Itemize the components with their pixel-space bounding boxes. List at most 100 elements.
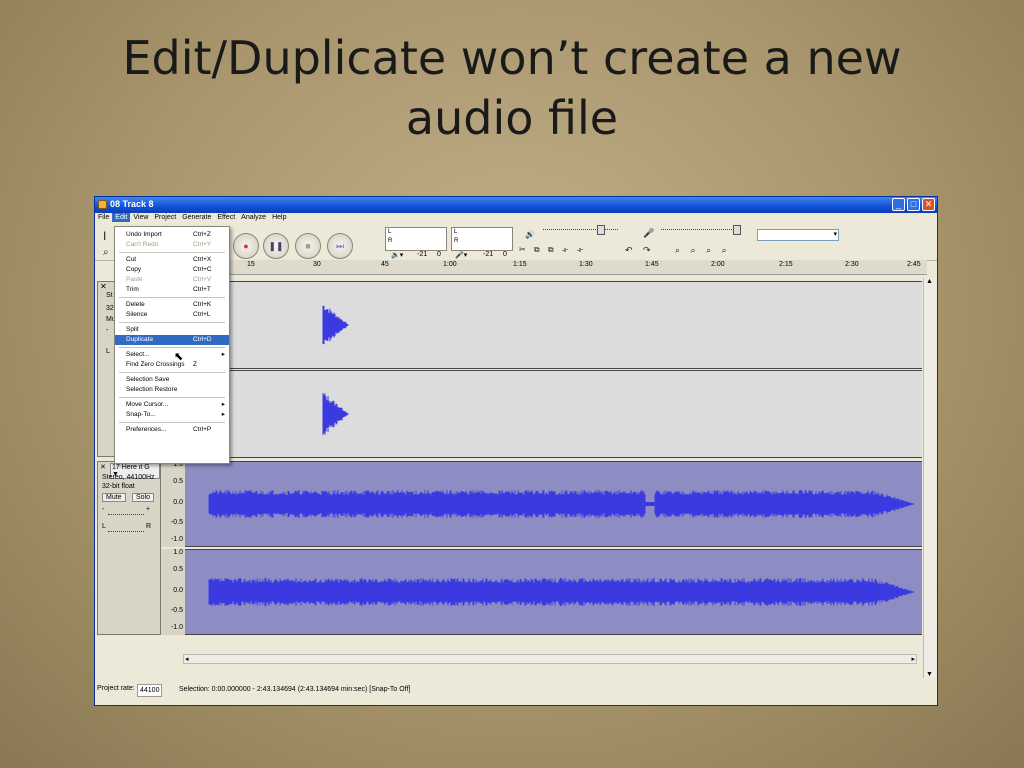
waveform-right-top xyxy=(322,392,349,436)
close-button[interactable]: ✕ xyxy=(922,198,935,211)
project-rate-field[interactable]: 44100 xyxy=(137,684,163,697)
skip-end-button[interactable]: ⏭ xyxy=(327,233,353,259)
vertical-scrollbar[interactable]: ▲ ▼ xyxy=(923,278,936,678)
timeline-ruler[interactable]: 15 30 45 1:00 1:15 1:30 1:45 2:00 2:15 2… xyxy=(227,260,927,275)
amplitude-scale-right: 1.0 0.5 0.0 -0.5 -1.0 xyxy=(161,549,185,635)
menu-separator xyxy=(119,372,225,373)
amp-tick: 0.0 xyxy=(173,499,183,506)
stop-button[interactable]: ■ xyxy=(295,233,321,259)
waveform-channel-left[interactable] xyxy=(185,461,922,547)
amp-tick: 0.0 xyxy=(173,587,183,594)
menu-item-copy[interactable]: Copy Ctrl+C xyxy=(115,265,229,275)
menu-item-label: Cut xyxy=(126,256,137,263)
minimize-button[interactable]: _ xyxy=(892,198,905,211)
maximize-button[interactable]: □ xyxy=(907,198,920,211)
scroll-left-icon[interactable]: ◂ xyxy=(185,655,189,663)
menu-item-label: Duplicate xyxy=(126,336,154,343)
selection-tool-icon[interactable]: I xyxy=(103,229,106,243)
edit-toolbar-icons[interactable]: ✂ ⧉ ⧉ ⟛ ⟛ xyxy=(519,245,587,255)
slider-thumb[interactable] xyxy=(597,225,605,235)
menu-separator xyxy=(119,422,225,423)
horizontal-scrollbar[interactable]: ◂ ▸ xyxy=(183,654,917,664)
microphone-icon[interactable]: 🎤▾ xyxy=(455,251,467,259)
track-bit-depth: 32-bit float xyxy=(102,483,135,490)
track-close-icon[interactable]: ✕ xyxy=(100,282,107,291)
timeline-tick: 2:00 xyxy=(711,261,725,268)
track-control-panel[interactable]: ✕ 17 Here it G ▼ Stereo, 44100Hz 32-bit … xyxy=(97,461,161,635)
output-volume-slider[interactable] xyxy=(543,225,618,235)
menu-item-selection-restore[interactable]: Selection Restore xyxy=(115,385,229,395)
scroll-right-icon[interactable]: ▸ xyxy=(911,655,915,663)
menu-item-trim[interactable]: Trim Ctrl+T xyxy=(115,285,229,295)
mute-button[interactable]: Mute xyxy=(102,493,126,502)
timeline-tick: 1:45 xyxy=(645,261,659,268)
amp-tick: -0.5 xyxy=(170,519,183,526)
track-close-icon[interactable]: ✕ xyxy=(100,463,106,471)
menu-item-label: Move Cursor... xyxy=(126,401,169,408)
meter-left-label: L xyxy=(388,229,392,235)
menu-item-shortcut: Ctrl+V xyxy=(193,276,212,283)
menu-item-move-cursor[interactable]: Move Cursor... ▸ xyxy=(115,400,229,410)
waveform-channel-selected-right[interactable] xyxy=(227,370,922,458)
copyright-watermark: © 2001 Sonic Solutions xyxy=(454,748,570,760)
zoom-icons[interactable]: ⌕ ⌕ ⌕ ⌕ xyxy=(675,245,731,256)
waveform-left xyxy=(208,490,915,518)
menu-item-delete[interactable]: Delete Ctrl+K xyxy=(115,300,229,310)
chevron-down-icon: ▾ xyxy=(833,231,837,238)
slide-title: Edit/Duplicate won’t create a new audio … xyxy=(122,31,902,145)
record-button[interactable]: ● xyxy=(233,233,259,259)
meter-scale-label: 0 xyxy=(437,251,441,258)
menu-item-snap-to[interactable]: Snap-To... ▸ xyxy=(115,410,229,420)
menu-item-duplicate[interactable]: Duplicate Ctrl+D xyxy=(115,335,229,345)
menu-item-select[interactable]: Select... ▸ xyxy=(115,350,229,360)
undo-redo-icons[interactable]: ↶ ↷ xyxy=(625,245,655,256)
track-stub-text: L xyxy=(106,348,110,355)
speaker-icon[interactable]: 🔈▾ xyxy=(391,251,403,259)
track-stub-text: 32 xyxy=(106,305,114,312)
menu-item-label: Selection Restore xyxy=(126,386,178,393)
menu-item-find-zero-crossings[interactable]: Find Zero Crossings Z xyxy=(115,360,229,370)
menu-file[interactable]: File xyxy=(95,213,112,222)
menu-project[interactable]: Project xyxy=(151,213,179,222)
menu-help[interactable]: Help xyxy=(269,213,289,222)
gain-slider[interactable] xyxy=(108,514,144,515)
meter-scale-label: 0 xyxy=(503,251,507,258)
menu-item-undo-import[interactable]: Undo Import Ctrl+Z xyxy=(115,230,229,240)
menu-item-paste[interactable]: Paste Ctrl+V xyxy=(115,275,229,285)
slider-thumb[interactable] xyxy=(733,225,741,235)
menu-item-label: Trim xyxy=(126,286,139,293)
menu-separator xyxy=(119,297,225,298)
solo-button[interactable]: Solo xyxy=(132,493,155,502)
menu-item-shortcut: Ctrl+P xyxy=(193,426,212,433)
input-volume-slider[interactable] xyxy=(661,225,741,235)
menu-item-preferences[interactable]: Preferences... Ctrl+P xyxy=(115,425,229,435)
gain-plus-label: + xyxy=(146,506,151,513)
menu-view[interactable]: View xyxy=(130,213,151,222)
waveform-spikes xyxy=(322,392,349,436)
waveform-channel-selected-left[interactable] xyxy=(227,281,922,369)
menu-item-split[interactable]: Split xyxy=(115,325,229,335)
menu-separator xyxy=(119,397,225,398)
menu-analyze[interactable]: Analyze xyxy=(238,213,269,222)
menu-effect[interactable]: Effect xyxy=(214,213,238,222)
scroll-down-icon[interactable]: ▼ xyxy=(926,671,933,678)
submenu-arrow-icon: ▸ xyxy=(221,351,225,358)
pause-button[interactable]: ❚❚ xyxy=(263,233,289,259)
menu-item-cut[interactable]: Cut Ctrl+X xyxy=(115,255,229,265)
zoom-tool-icon[interactable]: ⌕ xyxy=(103,247,109,258)
pan-slider[interactable] xyxy=(108,531,144,532)
menu-item-can-t-redo[interactable]: Can't Redo Ctrl+Y xyxy=(115,240,229,250)
amp-tick: 0.5 xyxy=(173,478,183,485)
menu-item-shortcut: Z xyxy=(193,361,197,368)
meter-left-label: L xyxy=(454,229,458,235)
menu-edit[interactable]: Edit xyxy=(112,213,131,222)
device-dropdown[interactable]: ▾ xyxy=(757,229,839,241)
menu-item-selection-save[interactable]: Selection Save xyxy=(115,375,229,385)
menu-generate[interactable]: Generate xyxy=(179,213,214,222)
menu-item-silence[interactable]: Silence Ctrl+L xyxy=(115,310,229,320)
submenu-arrow-icon: ▸ xyxy=(221,411,225,418)
waveform-channel-right[interactable] xyxy=(185,549,922,635)
gain-minus-label: - xyxy=(102,506,105,513)
scroll-up-icon[interactable]: ▲ xyxy=(926,278,933,285)
submenu-arrow-icon: ▸ xyxy=(221,401,225,408)
